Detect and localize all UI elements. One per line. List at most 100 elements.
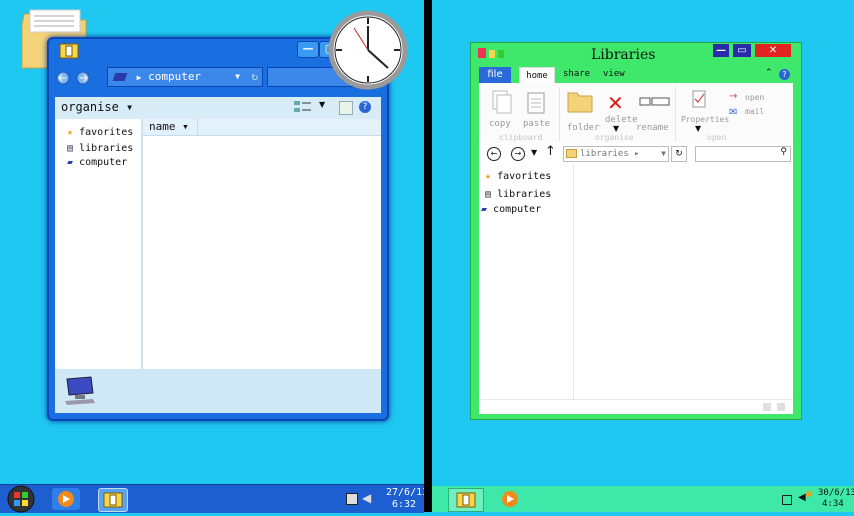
copy-icon[interactable] — [491, 89, 513, 118]
folder-icon — [566, 149, 577, 158]
copy-button-label[interactable]: copy — [489, 119, 511, 129]
recent-locations-icon[interactable]: ▼ — [531, 148, 537, 157]
nav-item-computer[interactable]: ▰ computer — [481, 204, 541, 215]
tray-action-icon[interactable] — [346, 493, 358, 505]
search-input[interactable]: ⚲ — [695, 146, 791, 162]
refresh-icon[interactable]: ↻ — [671, 146, 687, 162]
breadcrumb-arrow: ▶ — [136, 73, 142, 82]
minimize-button[interactable]: — — [297, 41, 319, 58]
address-dropdown-icon[interactable]: ▼ — [235, 68, 240, 86]
help-icon[interactable]: ? — [779, 69, 790, 80]
large-icons-view-icon[interactable] — [777, 403, 785, 411]
back-button[interactable]: ← — [487, 147, 501, 161]
column-header-name[interactable]: name ▾ — [149, 120, 189, 133]
properties-button-label[interactable]: Properties — [681, 115, 729, 124]
column-header-row: name ▾ — [143, 119, 381, 136]
command-bar: organise ▾ ▼ ? — [55, 97, 381, 120]
navigation-pane: ★ favorites ▤ libraries ▰ computer — [55, 119, 143, 369]
clock-gadget[interactable] — [328, 10, 408, 90]
open-group-label: open — [707, 133, 727, 142]
nav-item-favorites[interactable]: ★ favorites — [485, 171, 551, 182]
tray-date[interactable]: 27/6/13 — [386, 487, 428, 498]
taskbar-left: ◀ 27/6/13 6:32 — [0, 484, 428, 513]
computer-icon: ▰ — [481, 204, 488, 215]
organise-menu[interactable]: organise ▾ — [61, 100, 133, 114]
nav-item-libraries[interactable]: ▤ libraries — [67, 143, 133, 154]
breadcrumb-libraries[interactable]: libraries ▸ — [580, 149, 640, 159]
rename-icon[interactable] — [639, 97, 671, 110]
rename-button-label[interactable]: rename — [636, 123, 669, 133]
ribbon-tabs: file home share view ⌃ ? — [479, 67, 793, 84]
tray-date[interactable]: 30/6/13 — [818, 488, 854, 498]
mail-icon[interactable]: ✉ — [729, 107, 737, 118]
details-view-icon[interactable] — [763, 403, 771, 411]
help-icon[interactable]: ? — [359, 101, 371, 113]
tab-share[interactable]: share — [563, 69, 590, 79]
explorer-window-libraries: Libraries — ▭ ✕ file home share view ⌃ ?… — [470, 42, 802, 420]
organise-group-label: organise — [595, 133, 634, 142]
open-button-label[interactable]: open — [745, 93, 764, 102]
taskbar-explorer-button[interactable] — [98, 488, 128, 512]
start-button[interactable] — [6, 485, 36, 513]
folder-button-label[interactable]: folder — [567, 123, 600, 133]
tab-home[interactable]: home — [519, 67, 555, 84]
taskbar-right: ◀ 30/6/13 4:34 — [432, 486, 854, 512]
computer-large-icon — [63, 375, 97, 408]
view-dropdown-icon[interactable]: ▼ — [319, 100, 325, 109]
address-bar[interactable]: ▶ computer ▼ ↻ — [107, 67, 263, 87]
new-folder-icon[interactable] — [567, 89, 593, 116]
collapse-ribbon-icon[interactable]: ⌃ — [765, 68, 773, 78]
taskbar-media-player-button[interactable] — [498, 488, 522, 510]
preview-pane-icon[interactable] — [339, 101, 353, 115]
library-icon: ▤ — [485, 189, 492, 200]
library-icon: ▤ — [67, 143, 74, 154]
volume-icon[interactable]: ◀ — [362, 491, 371, 505]
delete-button-label[interactable]: delete — [605, 115, 638, 125]
tray-time[interactable]: 4:34 — [822, 499, 844, 509]
file-list-pane: name ▾ — [143, 119, 381, 369]
ribbon-home: copy paste clipboard folder ✕ delete ▼ r… — [479, 83, 793, 144]
window-title: Libraries — [591, 47, 656, 63]
breadcrumb-computer[interactable]: computer — [148, 70, 201, 83]
volume-icon[interactable]: ◀ — [798, 492, 806, 503]
forward-button[interactable]: → — [511, 147, 525, 161]
nav-item-computer[interactable]: ▰ computer — [67, 157, 127, 168]
address-dropdown-icon[interactable]: ▼ — [661, 147, 666, 161]
group-divider — [675, 87, 676, 141]
mail-button-label[interactable]: mail — [745, 107, 764, 116]
properties-icon[interactable] — [691, 89, 707, 112]
nav-item-favorites[interactable]: ★ favorites — [67, 127, 133, 138]
tray-action-icon[interactable] — [782, 495, 792, 505]
navigation-bar: ← → ▼ ↑ libraries ▸ ▼ ↻ ⚲ — [479, 143, 793, 166]
status-bar — [479, 399, 793, 414]
close-button[interactable]: ✕ — [755, 44, 791, 57]
explorer-window-computer: — ▢ ✕ ▶ computer ▼ ↻ ⚲ organise ▾ ▼ ? ★ … — [47, 37, 389, 421]
star-icon: ★ — [67, 127, 74, 138]
delete-icon[interactable]: ✕ — [607, 91, 624, 115]
column-divider[interactable] — [197, 119, 198, 135]
paste-button-label[interactable]: paste — [523, 119, 550, 129]
back-button[interactable] — [55, 71, 95, 88]
window-app-icon — [59, 43, 79, 62]
paste-icon[interactable] — [527, 91, 545, 118]
explorer-body: ★ favorites ▤ libraries ▰ computer — [479, 165, 793, 399]
view-options-icon[interactable] — [293, 100, 313, 117]
tab-file[interactable]: file — [479, 67, 511, 83]
delete-dropdown-icon[interactable]: ▼ — [613, 124, 619, 133]
taskbar-explorer-button[interactable] — [448, 488, 484, 512]
tray-time[interactable]: 6:32 — [392, 499, 416, 510]
network-icon[interactable] — [806, 491, 812, 497]
up-button[interactable]: ↑ — [545, 144, 556, 159]
navigation-pane: ★ favorites ▤ libraries ▰ computer — [479, 165, 574, 399]
nav-item-libraries[interactable]: ▤ libraries — [485, 189, 551, 200]
group-divider — [559, 87, 560, 141]
quick-access-icon[interactable] — [477, 47, 507, 62]
open-icon[interactable]: → — [729, 91, 737, 102]
address-bar[interactable]: libraries ▸ ▼ — [563, 146, 669, 162]
tab-view[interactable]: view — [603, 69, 625, 79]
properties-dropdown-icon[interactable]: ▼ — [695, 124, 701, 133]
minimize-button[interactable]: — — [713, 44, 729, 57]
refresh-icon[interactable]: ↻ — [251, 68, 258, 86]
taskbar-media-player-button[interactable] — [52, 488, 80, 510]
maximize-button[interactable]: ▭ — [733, 44, 751, 57]
